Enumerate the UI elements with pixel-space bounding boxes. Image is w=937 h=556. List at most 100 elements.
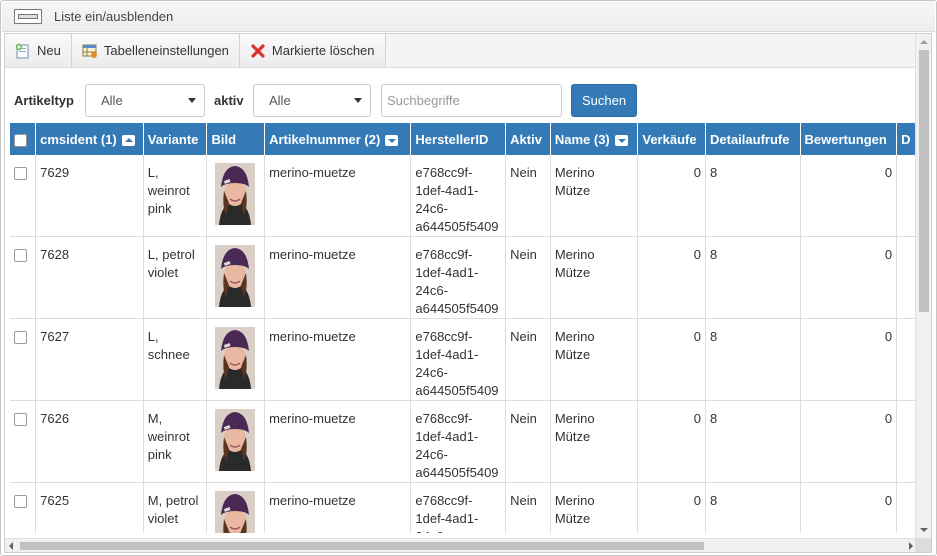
name-line: Merino [554,411,595,426]
col-aktiv[interactable]: Aktiv [505,123,551,155]
table-row[interactable]: 7627 L, schnee merino-muetze e768cc9f- 1def-4… [10,318,917,401]
cell-more [896,400,917,483]
col-bild[interactable]: Bild [206,123,266,155]
col-bewertungen-label[interactable]: Bewertungen [805,132,887,147]
col-name[interactable]: Name (3) [550,123,639,155]
list-toggle-icon[interactable] [14,9,42,24]
col-bild-label[interactable]: Bild [211,132,236,147]
table-row[interactable]: 7629 L, weinrot pink merino-muetze e768cc9f- 1… [10,155,917,237]
scroll-right-icon[interactable] [909,542,913,550]
cell-name: Merino Mütze [550,155,639,237]
herstellerid-line: 1def-4ad1- [415,429,479,444]
new-button[interactable]: Neu [5,34,72,67]
scroll-up-icon[interactable] [920,40,928,44]
herstellerid-line: e768cc9f- [415,165,473,180]
row-select-cell[interactable] [10,155,37,237]
cell-bild[interactable] [206,482,266,533]
col-variante[interactable]: Variante [143,123,208,155]
col-herstellerid[interactable]: HerstellerID [410,123,507,155]
sort-asc-icon[interactable] [121,134,135,146]
row-checkbox[interactable] [14,249,27,262]
scroll-left-icon[interactable] [9,542,13,550]
search-placeholder: Suchbegriffe [387,93,460,108]
cell-bild[interactable] [206,400,266,483]
cell-cmsident: 7627 [35,318,144,401]
artikeltyp-select-value: Alle [101,93,123,108]
scroll-down-icon[interactable] [920,528,928,532]
col-detailaufrufe[interactable]: Detailaufrufe [705,123,801,155]
col-more[interactable]: D [896,123,917,155]
cell-aktiv: Nein [505,155,551,237]
herstellerid-line: 1def-4ad1- [415,183,479,198]
filter-bar: Artikeltyp Alle aktiv Alle Suchbegriffe … [5,84,917,118]
cell-cmsident: 7626 [35,400,144,483]
col-more-label[interactable]: D [901,132,910,147]
col-artikelnummer-label[interactable]: Artikelnummer (2) [269,132,380,147]
herstellerid-line: 24c6- [415,283,448,298]
row-checkbox[interactable] [14,331,27,344]
col-name-label[interactable]: Name (3) [555,132,610,147]
search-button-label[interactable]: Suchen [582,93,626,108]
list-toggle-label[interactable]: Liste ein/ausblenden [54,9,173,24]
artikeltyp-select[interactable]: Alle [85,84,205,117]
cell-aktiv: Nein [505,400,551,483]
col-bewertungen[interactable]: Bewertungen [800,123,898,155]
delete-x-icon [251,43,265,58]
cell-aktiv: Nein [505,482,551,533]
cell-bild[interactable] [206,155,266,237]
table-row[interactable]: 7628 L, petrol violet merino-muetze e768cc9f… [10,236,917,319]
col-cmsident-label[interactable]: cmsident (1) [40,132,117,147]
horizontal-scrollbar[interactable] [5,538,917,552]
cell-herstellerid: e768cc9f- 1def-4ad1- 24c6- a644505f5409 [410,318,507,401]
table-row[interactable]: 7626 M, weinrot pink merino-muetze e768cc9f- 1… [10,400,917,483]
row-checkbox[interactable] [14,495,27,508]
cell-aktiv: Nein [505,236,551,319]
variante-line: pink [147,201,172,216]
aktiv-select[interactable]: Alle [253,84,371,117]
aktiv-label: aktiv [214,93,244,108]
table-row[interactable]: 7625 M, petrol violet merino-muetze e768cc9f… [10,482,917,533]
cell-bild[interactable] [206,318,266,401]
row-checkbox[interactable] [14,413,27,426]
horizontal-scroll-thumb[interactable] [20,542,704,550]
cell-more [896,236,917,319]
list-toggle-bar[interactable]: Liste ein/ausblenden [2,2,935,32]
row-select-cell[interactable] [10,400,37,483]
col-aktiv-label[interactable]: Aktiv [510,132,542,147]
cell-bild[interactable] [206,236,266,319]
select-all-checkbox[interactable] [14,133,27,147]
col-herstellerid-label[interactable]: HerstellerID [415,132,488,147]
new-button-label[interactable]: Neu [37,43,61,58]
product-thumbnail-image[interactable] [215,163,256,225]
col-verkaeufe[interactable]: Verkäufe [637,123,706,155]
table-settings-button[interactable]: Tabelleneinstellungen [71,34,240,67]
col-artikelnummer[interactable]: Artikelnummer (2) [264,123,412,155]
vertical-scrollbar[interactable] [915,34,931,538]
product-thumbnail-image[interactable] [215,327,256,389]
variante-line: weinrot [147,183,190,198]
col-verkaeufe-label[interactable]: Verkäufe [642,132,696,147]
vertical-scroll-thumb[interactable] [919,50,929,312]
product-thumbnail-image[interactable] [215,491,256,533]
select-all-cell[interactable] [10,123,37,155]
sort-desc-icon[interactable] [614,134,628,146]
row-checkbox[interactable] [14,167,27,180]
row-select-cell[interactable] [10,236,37,319]
search-input[interactable]: Suchbegriffe [381,84,562,117]
table-settings-label[interactable]: Tabelleneinstellungen [104,43,229,58]
col-variante-label[interactable]: Variante [148,132,199,147]
herstellerid-line: e768cc9f- [415,411,473,426]
row-select-cell[interactable] [10,482,37,533]
delete-selected-label[interactable]: Markierte löschen [272,43,375,58]
col-cmsident[interactable]: cmsident (1) [35,123,144,155]
sort-desc-icon[interactable] [385,134,399,146]
delete-selected-button[interactable]: Markierte löschen [239,34,386,67]
search-button[interactable]: Suchen [571,84,637,117]
list-panel: Neu Tabelleneinstellungen Markierte lösc… [4,33,932,553]
row-select-cell[interactable] [10,318,37,401]
product-thumbnail-image[interactable] [215,245,256,307]
variante-line: L, [147,329,159,344]
cell-variante: M, petrol violet [143,482,208,533]
product-thumbnail-image[interactable] [215,409,256,471]
col-detailaufrufe-label[interactable]: Detailaufrufe [710,132,789,147]
